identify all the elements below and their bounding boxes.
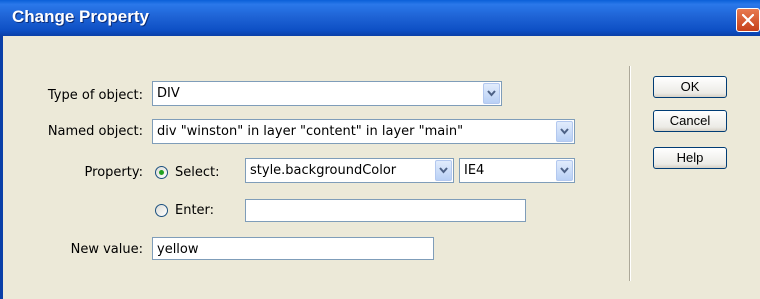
enter-input[interactable] [245, 199, 526, 222]
enter-radio[interactable] [155, 204, 168, 217]
close-button[interactable] [736, 8, 760, 32]
chevron-down-icon [560, 128, 569, 135]
type-of-object-label: Type of object: [47, 88, 143, 103]
type-of-object-select[interactable]: DIV [152, 81, 502, 106]
new-value-input[interactable]: yellow [152, 237, 434, 260]
enter-radio-label[interactable]: Enter: [175, 203, 214, 218]
property-label: Property: [84, 165, 143, 180]
type-of-object-value: DIV [157, 86, 180, 101]
property-select[interactable]: style.backgroundColor [245, 158, 454, 183]
type-of-object-dropdown-button[interactable] [483, 83, 500, 104]
ok-button[interactable]: OK [653, 76, 727, 98]
title-bar[interactable]: Change Property [0, 0, 760, 36]
select-radio-label[interactable]: Select: [175, 165, 219, 180]
vertical-separator [629, 66, 631, 281]
select-radio[interactable] [155, 166, 168, 179]
named-object-value: div "winston" in layer "content" in laye… [157, 124, 464, 139]
chevron-down-icon [487, 90, 496, 97]
named-object-select[interactable]: div "winston" in layer "content" in laye… [152, 119, 575, 144]
new-value-label: New value: [70, 242, 143, 257]
dialog-body: Type of object: DIV Named object: div "w… [0, 36, 760, 299]
chevron-down-icon [439, 167, 448, 174]
property-select-value: style.backgroundColor [250, 163, 397, 178]
browser-select[interactable]: IE4 [459, 158, 575, 183]
property-dropdown-button[interactable] [435, 160, 452, 181]
chevron-down-icon [560, 167, 569, 174]
browser-select-value: IE4 [464, 163, 485, 178]
close-icon [742, 14, 754, 26]
help-button[interactable]: Help [653, 147, 727, 169]
named-object-label: Named object: [47, 124, 143, 139]
named-object-dropdown-button[interactable] [556, 121, 573, 142]
cancel-button[interactable]: Cancel [653, 110, 727, 132]
window-title: Change Property [12, 7, 149, 26]
browser-dropdown-button[interactable] [556, 160, 573, 181]
